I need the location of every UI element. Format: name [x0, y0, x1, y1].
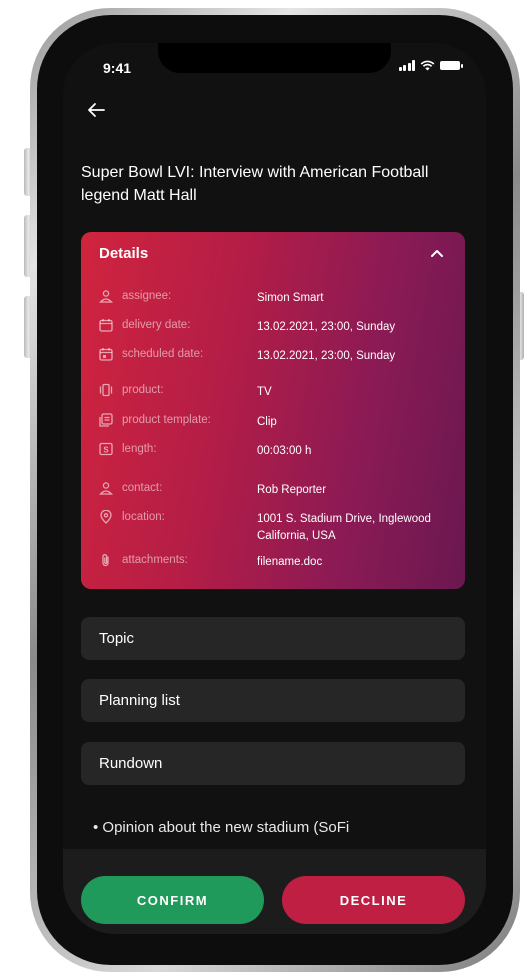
- confirm-button[interactable]: CONFIRM: [81, 876, 264, 924]
- template-icon: [99, 413, 113, 427]
- detail-label: location:: [122, 511, 165, 523]
- notch: [158, 43, 391, 73]
- detail-label: delivery date:: [122, 319, 191, 331]
- section-rundown[interactable]: Rundown: [81, 742, 465, 785]
- detail-value: Rob Reporter: [257, 484, 327, 496]
- section-label: Topic: [99, 630, 135, 647]
- back-arrow-icon[interactable]: [85, 99, 107, 121]
- battery-icon: [440, 61, 463, 70]
- detail-value: 1001 S. Stadium Drive, Inglewood Califor…: [257, 513, 431, 542]
- section-label: Rundown: [99, 755, 163, 772]
- detail-row-product: product: TV: [99, 383, 459, 401]
- page-title: Super Bowl LVI: Interview with American …: [81, 164, 429, 204]
- detail-value: 13.02.2021, 23:00, Sunday: [257, 321, 396, 333]
- detail-value: 00:03:00 h: [257, 445, 312, 457]
- svg-text:S: S: [103, 446, 109, 455]
- chevron-up-icon[interactable]: [429, 247, 445, 259]
- detail-label: product template:: [122, 414, 211, 426]
- wifi-icon: [420, 60, 435, 71]
- status-icons: [398, 60, 463, 71]
- content-bullet: • Opinion about the new stadium (SoFi: [93, 819, 350, 836]
- detail-row-length: S length: 00:03:00 h: [99, 442, 459, 460]
- product-icon: [99, 383, 113, 397]
- user-icon: [99, 290, 113, 303]
- detail-row-contact: contact: Rob Reporter: [99, 481, 459, 499]
- detail-row-location: location: 1001 S. Stadium Drive, Inglewo…: [99, 510, 459, 542]
- detail-value: 13.02.2021, 23:00, Sunday: [257, 350, 396, 362]
- detail-row-product-template: product template: Clip: [99, 413, 459, 431]
- section-planning-list[interactable]: Planning list: [81, 679, 465, 722]
- detail-label: assignee:: [122, 290, 172, 302]
- detail-value: Clip: [257, 416, 277, 428]
- decline-button[interactable]: DECLINE: [282, 876, 465, 924]
- details-heading[interactable]: Details: [99, 245, 148, 262]
- detail-label: attachments:: [122, 554, 188, 566]
- detail-label: scheduled date:: [122, 348, 204, 360]
- length-icon: S: [99, 442, 113, 456]
- section-label: Planning list: [99, 692, 180, 709]
- status-time: 9:41: [103, 60, 132, 76]
- detail-label: product:: [122, 384, 164, 396]
- details-card: Details assignee: Simon Smart delivery d…: [81, 232, 465, 589]
- detail-label: length:: [122, 443, 157, 455]
- calendar-icon: [99, 319, 113, 332]
- attachment-link[interactable]: filename.doc: [257, 554, 452, 571]
- section-topic[interactable]: Topic: [81, 617, 465, 660]
- location-pin-icon: [100, 510, 112, 524]
- detail-row-attachments: attachments: filename.doc: [99, 553, 459, 571]
- phone-screen: 9:41 Super Bowl LVI: Interview with Amer…: [63, 43, 486, 934]
- detail-label: contact:: [122, 482, 163, 494]
- detail-value: Simon Smart: [257, 292, 324, 304]
- detail-row-scheduled-date: scheduled date: 13.02.2021, 23:00, Sunda…: [99, 347, 459, 365]
- calendar-event-icon: [99, 348, 113, 361]
- signal-icon: [398, 60, 415, 71]
- user-icon: [99, 482, 113, 495]
- detail-row-assignee: assignee: Simon Smart: [99, 289, 459, 307]
- paperclip-icon: [102, 554, 109, 567]
- detail-value: TV: [257, 386, 272, 398]
- detail-row-delivery-date: delivery date: 13.02.2021, 23:00, Sunday: [99, 318, 459, 336]
